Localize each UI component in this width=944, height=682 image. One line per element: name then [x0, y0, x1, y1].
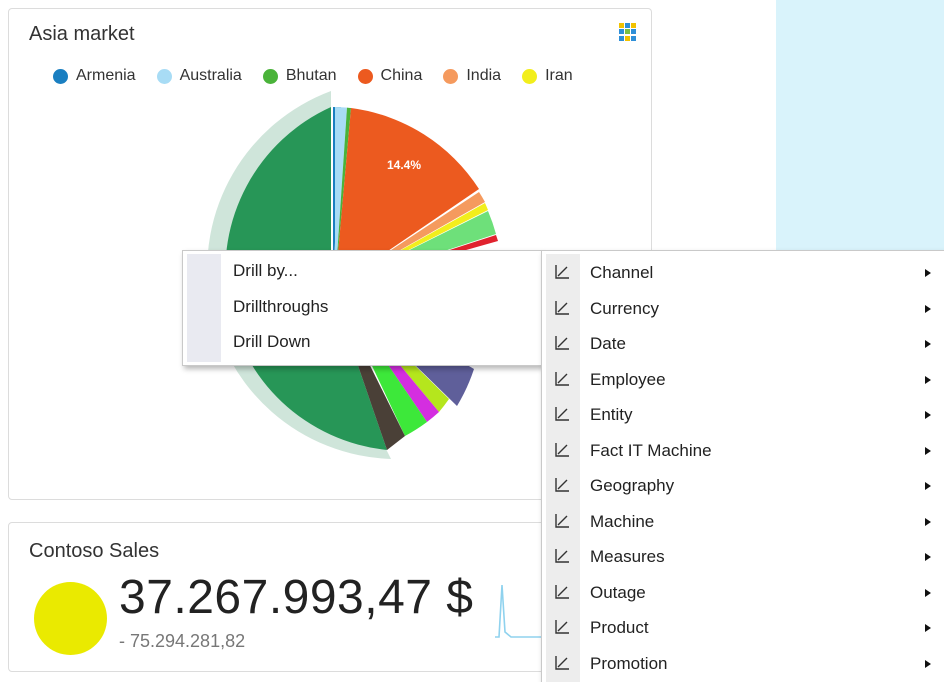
dimension-icon: [555, 371, 569, 386]
dimension-icon: [555, 549, 569, 563]
chevron-right-icon: [925, 411, 931, 419]
menu-item-currency[interactable]: Currency: [542, 291, 944, 326]
chevron-right-icon: [925, 375, 931, 384]
menu-item-date[interactable]: Date: [542, 326, 944, 361]
menu-item-label: Outage: [590, 582, 646, 602]
dimension-icon: [555, 442, 569, 457]
dimension-icon: [555, 336, 569, 350]
right-panel-background: [776, 0, 944, 250]
menu-item-product[interactable]: Product: [542, 610, 944, 645]
menu-item-label: Fact IT Machine: [590, 440, 712, 460]
menu-item-label: Entity: [590, 405, 633, 424]
menu-item-geography[interactable]: Geography: [542, 468, 944, 503]
pie-label-china: 14.4%: [387, 158, 421, 172]
menu-item-label: Promotion: [590, 653, 668, 673]
menu-item-drill-by[interactable]: Drill by...: [233, 256, 298, 286]
menu-item-label: Measures: [590, 547, 665, 566]
status-dot: [34, 582, 107, 655]
chevron-right-icon: [925, 304, 931, 313]
dimension-icon: [555, 584, 569, 599]
dimension-icon: [555, 300, 569, 315]
dimension-icon: [555, 513, 569, 528]
card-title: Contoso Sales: [29, 540, 160, 562]
chevron-right-icon: [925, 588, 931, 597]
menu-item-label: Product: [590, 618, 649, 637]
menu-item-label: Geography: [590, 476, 675, 495]
chevron-right-icon: [925, 446, 931, 455]
chevron-right-icon: [925, 553, 931, 561]
menu-item-label: Machine: [590, 511, 655, 531]
menu-item-employee[interactable]: Employee: [542, 362, 944, 397]
dimension-icon: [555, 478, 569, 492]
dimension-icon: [555, 655, 569, 670]
menu-item-label: Employee: [590, 369, 666, 389]
dimension-icon: [555, 620, 569, 634]
menu-gutter: [187, 254, 221, 362]
chevron-right-icon: [925, 340, 931, 348]
menu-item-channel[interactable]: Channel: [542, 255, 944, 290]
dimension-submenu: Channel Currency Date Employee Entity Fa…: [541, 250, 944, 682]
menu-item-label: Currency: [590, 298, 659, 318]
contoso-sales-card: Contoso Sales 37.267.993,47 $ - 75.294.2…: [8, 522, 568, 672]
chevron-right-icon: [925, 517, 931, 526]
menu-item-drillthroughs[interactable]: Drillthroughs: [233, 292, 328, 322]
dimension-icon: [555, 407, 569, 421]
menu-item-fact-it-machine[interactable]: Fact IT Machine: [542, 433, 944, 468]
menu-item-machine[interactable]: Machine: [542, 504, 944, 539]
pie-label-left: 5: [173, 298, 180, 312]
chevron-right-icon: [925, 269, 931, 277]
menu-item-outage[interactable]: Outage: [542, 575, 944, 610]
menu-item-drill-down[interactable]: Drill Down: [233, 327, 310, 357]
menu-item-promotion[interactable]: Promotion: [542, 646, 944, 681]
chevron-right-icon: [925, 659, 931, 668]
drill-context-menu: Drill by... Drillthroughs Drill Down: [182, 250, 542, 366]
menu-item-measures[interactable]: Measures: [542, 539, 944, 574]
menu-item-label: Channel: [590, 263, 654, 282]
kpi-value: 37.267.993,47 $: [119, 571, 474, 624]
menu-item-label: Date: [590, 334, 626, 353]
menu-item-entity[interactable]: Entity: [542, 397, 944, 432]
chevron-right-icon: [925, 624, 931, 632]
chevron-right-icon: [925, 482, 931, 490]
dimension-icon: [555, 265, 569, 279]
kpi-sub-value: - 75.294.281,82: [119, 631, 246, 651]
